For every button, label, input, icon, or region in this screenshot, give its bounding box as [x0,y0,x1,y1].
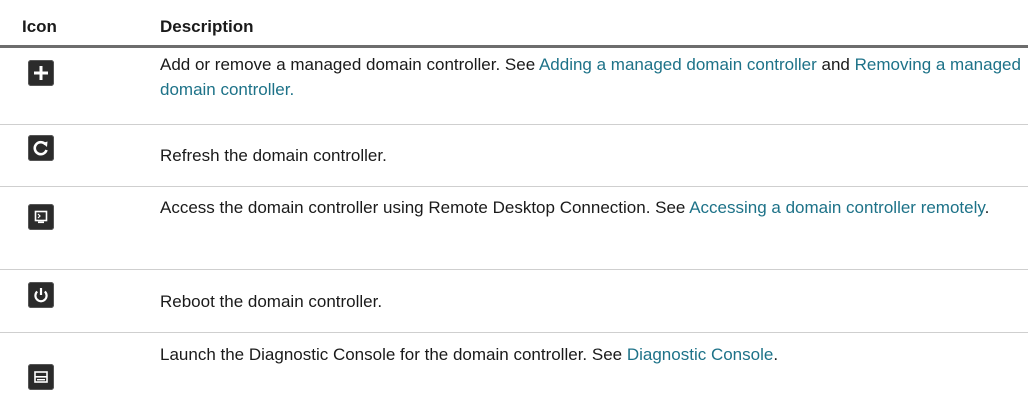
description-text: Launch the Diagnostic Console for the do… [160,345,627,364]
description-text: Refresh the domain controller. [160,146,387,165]
icon-description-table: Icon Description Add or remove a managed… [0,0,1028,405]
table-row: Access the domain controller using Remot… [0,187,1028,270]
table-row: Refresh the domain controller. [0,125,1028,187]
refresh-icon [28,135,54,161]
row-description: Refresh the domain controller. [160,143,1022,168]
table-row: Reboot the domain controller. [0,270,1028,333]
description-text: . [773,345,779,364]
description-text: Add or remove a managed domain controlle… [160,55,539,74]
row-description: Reboot the domain controller. [160,289,1022,314]
table-header: Icon Description [0,0,1028,48]
description-text: Reboot the domain controller. [160,292,383,311]
add-icon [28,60,54,86]
row-description: Add or remove a managed domain controlle… [160,52,1022,102]
power-icon [28,282,54,308]
description-text: Access the domain controller using Remot… [160,198,690,217]
row-description: Launch the Diagnostic Console for the do… [160,342,1022,367]
accessing-dc-remotely-link[interactable]: Accessing a domain controller remotely [689,198,984,217]
diagnostic-console-icon [28,364,54,390]
icon-column-header: Icon [22,17,57,36]
row-description: Access the domain controller using Remot… [160,195,1022,220]
table-row: Add or remove a managed domain controlle… [0,48,1028,125]
description-text: . [984,198,990,217]
description-column-header: Description [160,17,254,36]
adding-managed-dc-link[interactable]: Adding a managed domain controller [539,55,817,74]
table-row: Launch the Diagnostic Console for the do… [0,333,1028,405]
diagnostic-console-link[interactable]: Diagnostic Console [627,345,773,364]
description-text: and [816,55,855,74]
remote-desktop-icon [28,204,54,230]
